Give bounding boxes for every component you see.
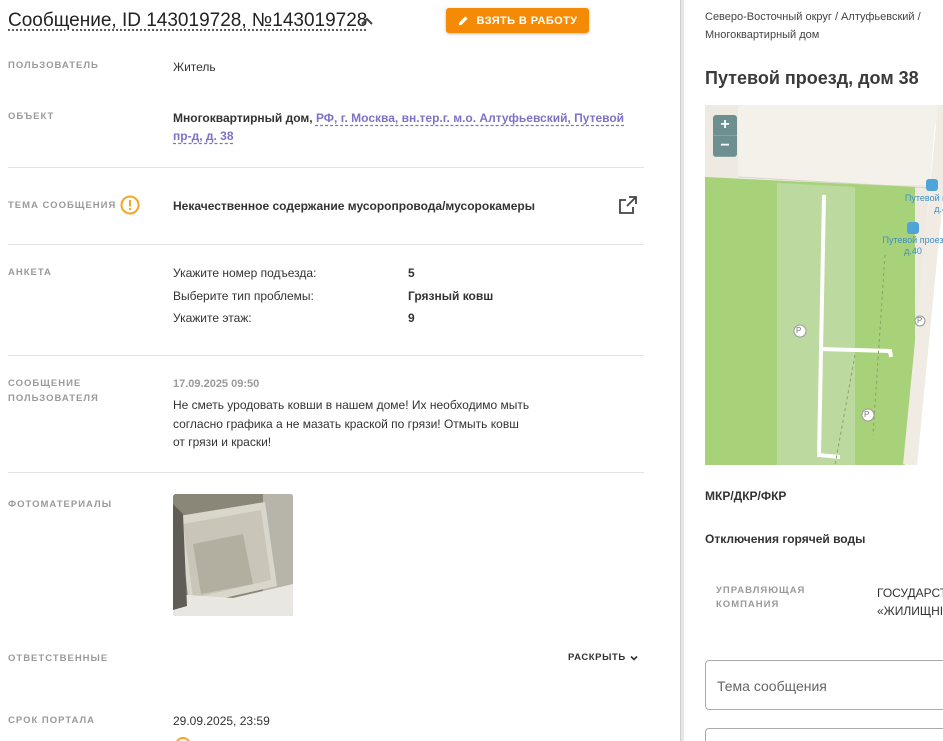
- section-mkr[interactable]: МКР/ДКР/ФКР: [705, 489, 786, 503]
- divider: [8, 472, 644, 473]
- survey-answer: 5: [408, 266, 415, 280]
- chevron-up-icon[interactable]: [358, 13, 376, 31]
- bus-stop-name: Путевой проез: [882, 235, 943, 245]
- management-company-label: УПРАВЛЯЮЩАЯ КОМПАНИЯ: [716, 584, 805, 612]
- divider: [8, 244, 644, 245]
- photo-image: [173, 494, 293, 616]
- management-label-line2: КОМПАНИЯ: [716, 599, 780, 610]
- section-hot-water[interactable]: Отключения горячей воды: [705, 532, 865, 546]
- expand-label: РАСКРЫТЬ: [568, 652, 626, 663]
- map-canvas: [705, 105, 943, 465]
- breadcrumb[interactable]: Северо-Восточный округ / Алтуфьевский / …: [705, 8, 943, 44]
- address-title: Путевой проезд, дом 38: [705, 68, 919, 88]
- map-zoom-control: + −: [713, 115, 737, 157]
- parking-icon: P: [796, 326, 802, 335]
- deadline-value: 29.09.2025, 23:59: [173, 714, 270, 728]
- message-details-panel: Сообщение, ID 143019728, №143019728 ВЗЯТ…: [0, 0, 680, 741]
- bus-stop-label[interactable]: Путевой пр д.40: [892, 193, 943, 215]
- survey-answer: Грязный ковш: [408, 289, 494, 303]
- open-external-icon[interactable]: [618, 195, 638, 215]
- zoom-out-button[interactable]: −: [713, 136, 737, 157]
- survey-question: Укажите номер подъезда:: [173, 266, 317, 280]
- management-value-line1: ГОСУДАРСТ: [877, 586, 943, 600]
- divider: [8, 355, 644, 356]
- topic-label: ТЕМА СООБЩЕНИЯ: [8, 200, 117, 211]
- bus-stop-house: д.40: [904, 246, 922, 256]
- object-type: Многоквартирный дом,: [173, 111, 313, 125]
- expand-button[interactable]: РАСКРЫТЬ: [568, 652, 639, 663]
- user-message-label: СООБЩЕНИЕ ПОЛЬЗОВАТЕЛЯ: [8, 376, 99, 406]
- page-title[interactable]: Сообщение, ID 143019728, №143019728: [8, 10, 367, 32]
- survey-question: Укажите этаж:: [173, 311, 252, 325]
- user-message-label-line2: ПОЛЬЗОВАТЕЛЯ: [8, 393, 99, 404]
- message-text: Не сметь уродовать ковши в нашем доме! И…: [173, 398, 530, 449]
- zoom-in-button[interactable]: +: [713, 115, 737, 136]
- map[interactable]: + − Путевой пр д.40 Путевой проез д.40 P…: [705, 105, 943, 465]
- warning-icon[interactable]: [120, 195, 140, 215]
- topic-value: Некачественное содержание мусоропровода/…: [173, 199, 535, 213]
- survey-label: АНКЕТА: [8, 267, 52, 278]
- user-value: Житель: [173, 60, 216, 74]
- object-value: Многоквартирный дом, РФ, г. Москва, вн.т…: [173, 109, 643, 145]
- management-label-line1: УПРАВЛЯЮЩАЯ: [716, 585, 806, 596]
- message-input[interactable]: [705, 728, 943, 741]
- survey-question: Выберите тип проблемы:: [173, 289, 314, 303]
- topic-input[interactable]: Тема сообщения: [705, 660, 943, 710]
- user-message-label-line1: СООБЩЕНИЕ: [8, 378, 82, 389]
- object-info-panel: Северо-Восточный округ / Алтуфьевский / …: [684, 0, 943, 741]
- responsible-label: ОТВЕТСТВЕННЫЕ: [8, 653, 109, 664]
- topic-input-placeholder: Тема сообщения: [717, 678, 827, 694]
- survey-answer: 9: [408, 311, 415, 325]
- photo-thumbnail[interactable]: [173, 494, 293, 616]
- management-value-line2: «ЖИЛИЩНІ: [877, 604, 943, 618]
- bus-stop-house: д.40: [934, 204, 943, 214]
- take-to-work-label: ВЗЯТЬ В РАБОТУ: [476, 14, 578, 27]
- bus-stop-name: Путевой пр: [904, 193, 943, 203]
- deadline-label: СРОК ПОРТАЛА: [8, 715, 96, 726]
- take-to-work-button[interactable]: ВЗЯТЬ В РАБОТУ: [446, 8, 589, 33]
- deadline-status-icon: [175, 737, 191, 741]
- photos-label: ФОТОМАТЕРИАЛЫ: [8, 499, 113, 510]
- divider: [8, 167, 644, 168]
- chevron-down-icon: [630, 655, 638, 661]
- management-company-value: ГОСУДАРСТ «ЖИЛИЩНІ: [877, 584, 943, 620]
- parking-icon: P: [917, 316, 923, 325]
- user-label: ПОЛЬЗОВАТЕЛЬ: [8, 60, 99, 71]
- parking-icon: P: [864, 410, 870, 419]
- message-date: 17.09.2025 09:50: [173, 378, 260, 390]
- pencil-icon: [458, 16, 468, 26]
- bus-stop-label[interactable]: Путевой проез д.40: [873, 235, 943, 257]
- object-label: ОБЪЕКТ: [8, 111, 55, 122]
